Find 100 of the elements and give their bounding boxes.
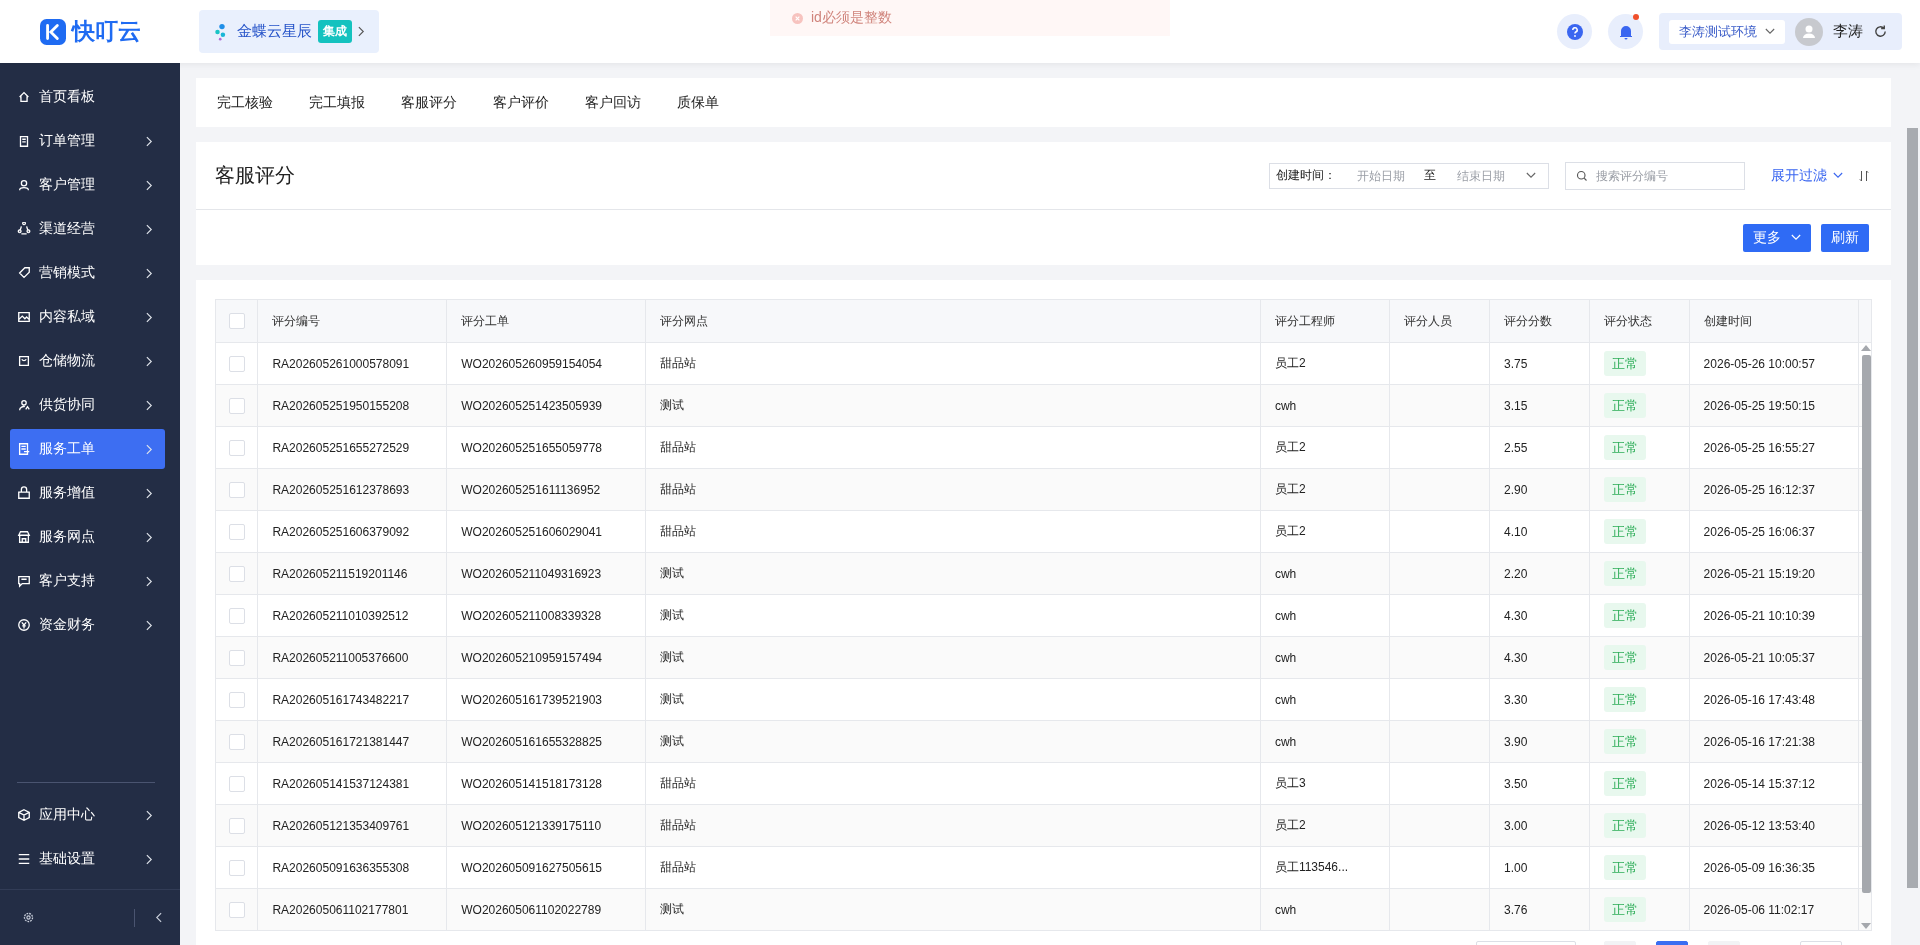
table-cell: 测试 bbox=[660, 608, 685, 622]
environment-dropdown[interactable]: 李涛测试环境 bbox=[1669, 19, 1785, 44]
table-cell: 3.00 bbox=[1503, 818, 1528, 833]
row-checkbox[interactable] bbox=[228, 691, 245, 708]
table-cell: 员工113546... bbox=[1274, 860, 1349, 874]
menu-item-icon bbox=[17, 852, 31, 866]
sidebar-item[interactable]: 供货协同 bbox=[10, 385, 165, 425]
integration-button[interactable]: 金蝶云星辰 集成 bbox=[199, 10, 379, 53]
row-checkbox[interactable] bbox=[228, 523, 245, 540]
table-cell: 2026-05-09 16:36:35 bbox=[1703, 860, 1816, 875]
sort-icon[interactable] bbox=[1859, 169, 1869, 182]
row-checkbox[interactable] bbox=[228, 397, 245, 414]
row-checkbox[interactable] bbox=[228, 775, 245, 792]
row-checkbox[interactable] bbox=[228, 901, 245, 918]
table-cell: 测试 bbox=[660, 650, 685, 664]
menu-item-icon bbox=[17, 808, 31, 822]
chevron-down-icon bbox=[1526, 172, 1536, 179]
sidebar-item[interactable]: 仓储物流 bbox=[10, 341, 165, 381]
refresh-button[interactable]: 刷新 bbox=[1821, 223, 1869, 252]
row-checkbox[interactable] bbox=[228, 439, 245, 456]
integration-badge: 集成 bbox=[318, 20, 352, 43]
menu-item-icon bbox=[17, 90, 31, 104]
select-all-checkbox[interactable] bbox=[228, 313, 245, 329]
status-tag: 正常 bbox=[1603, 560, 1646, 586]
row-checkbox[interactable] bbox=[228, 733, 245, 750]
user-name: 李涛 bbox=[1833, 22, 1863, 41]
table-cell: cwh bbox=[1274, 608, 1297, 623]
refresh-icon[interactable] bbox=[1873, 24, 1888, 39]
table-cell: cwh bbox=[1274, 902, 1297, 917]
tab[interactable]: 完工核验 bbox=[199, 78, 291, 127]
sidebar-item[interactable]: 服务工单 bbox=[10, 429, 165, 469]
row-checkbox[interactable] bbox=[228, 649, 245, 666]
menu-item-icon bbox=[17, 442, 31, 456]
row-checkbox[interactable] bbox=[228, 565, 245, 582]
sidebar-item[interactable]: 服务增值 bbox=[10, 473, 165, 513]
notification-button[interactable] bbox=[1608, 14, 1643, 49]
table-cell: 2026-05-26 10:00:57 bbox=[1703, 356, 1816, 371]
table-cell: WO202605251606029041 bbox=[461, 524, 603, 539]
table-cell: 2.55 bbox=[1503, 440, 1528, 455]
table-cell: 甜品站 bbox=[660, 440, 697, 454]
sidebar-item[interactable]: 基础设置 bbox=[10, 839, 165, 879]
table-cell: 员工2 bbox=[1274, 356, 1306, 370]
row-checkbox[interactable] bbox=[228, 481, 245, 498]
status-tag: 正常 bbox=[1603, 896, 1646, 922]
table-cell: cwh bbox=[1274, 692, 1297, 707]
table-cell: 测试 bbox=[660, 692, 685, 706]
menu-item-icon bbox=[17, 574, 31, 588]
status-tag: 正常 bbox=[1603, 350, 1646, 376]
tab[interactable]: 质保单 bbox=[659, 78, 737, 127]
status-tag: 正常 bbox=[1603, 854, 1646, 880]
settings-icon[interactable] bbox=[22, 911, 35, 924]
table-cell: cwh bbox=[1274, 566, 1297, 581]
help-button[interactable] bbox=[1557, 14, 1592, 49]
tab[interactable]: 客服评分 bbox=[383, 78, 475, 127]
sidebar-item[interactable]: 内容私域 bbox=[10, 297, 165, 337]
table-cell: 2026-05-25 16:55:27 bbox=[1703, 440, 1816, 455]
sidebar-item[interactable]: 营销模式 bbox=[10, 253, 165, 293]
tab[interactable]: 客户评价 bbox=[475, 78, 567, 127]
search-field[interactable]: 搜索评分编号 bbox=[1565, 161, 1745, 190]
row-checkbox[interactable] bbox=[228, 859, 245, 876]
search-icon bbox=[1576, 169, 1588, 182]
table-cell: 2026-05-21 10:05:37 bbox=[1703, 650, 1816, 665]
table-cell: RA202605261000578091 bbox=[272, 356, 410, 371]
table-cell: RA202605251612378693 bbox=[272, 482, 410, 497]
sidebar-item[interactable]: 订单管理 bbox=[10, 121, 165, 161]
tab[interactable]: 完工填报 bbox=[291, 78, 383, 127]
menu-item-icon bbox=[17, 134, 31, 148]
logo-icon bbox=[39, 18, 66, 45]
sidebar-item[interactable]: 应用中心 bbox=[10, 795, 165, 835]
row-checkbox[interactable] bbox=[228, 817, 245, 834]
sidebar-item[interactable]: 服务网点 bbox=[10, 517, 165, 557]
column-header: 评分工程师 bbox=[1260, 299, 1390, 343]
sidebar-item[interactable]: 资金财务 bbox=[10, 605, 165, 645]
table-cell: WO202605061102022789 bbox=[461, 902, 602, 917]
table-cell: WO202605161739521903 bbox=[461, 692, 603, 707]
more-button[interactable]: 更多 bbox=[1743, 223, 1811, 252]
sidebar-item[interactable]: 首页看板 bbox=[10, 77, 165, 117]
table-cell: 3.50 bbox=[1503, 776, 1528, 791]
row-checkbox[interactable] bbox=[228, 607, 245, 624]
table-cell: WO202605251423505939 bbox=[461, 398, 603, 413]
sidebar-item[interactable]: 客户支持 bbox=[10, 561, 165, 601]
table-cell: 甜品站 bbox=[660, 776, 697, 790]
collapse-icon[interactable] bbox=[155, 912, 162, 923]
table-cell: 2026-05-14 15:37:12 bbox=[1703, 776, 1816, 791]
column-header: 评分网点 bbox=[645, 299, 1261, 343]
tab[interactable]: 客户回访 bbox=[567, 78, 659, 127]
table-cell: 测试 bbox=[660, 566, 685, 580]
chevron-down-icon bbox=[1833, 172, 1843, 179]
menu-item-icon bbox=[17, 398, 31, 412]
table-cell: 甜品站 bbox=[660, 356, 697, 370]
sidebar-item[interactable]: 客户管理 bbox=[10, 165, 165, 205]
expand-filter-link[interactable]: 展开过滤 bbox=[1771, 166, 1843, 185]
date-label: 创建时间： bbox=[1276, 167, 1336, 184]
table-cell: 2026-05-25 16:12:37 bbox=[1703, 482, 1816, 497]
row-checkbox[interactable] bbox=[228, 355, 245, 372]
sidebar-item[interactable]: 渠道经营 bbox=[10, 209, 165, 249]
date-range-picker[interactable]: 创建时间： 开始日期 至 结束日期 bbox=[1269, 162, 1549, 189]
chevron-down-icon bbox=[1791, 234, 1801, 241]
error-icon bbox=[792, 12, 803, 24]
table-cell: 员工3 bbox=[1274, 776, 1306, 790]
